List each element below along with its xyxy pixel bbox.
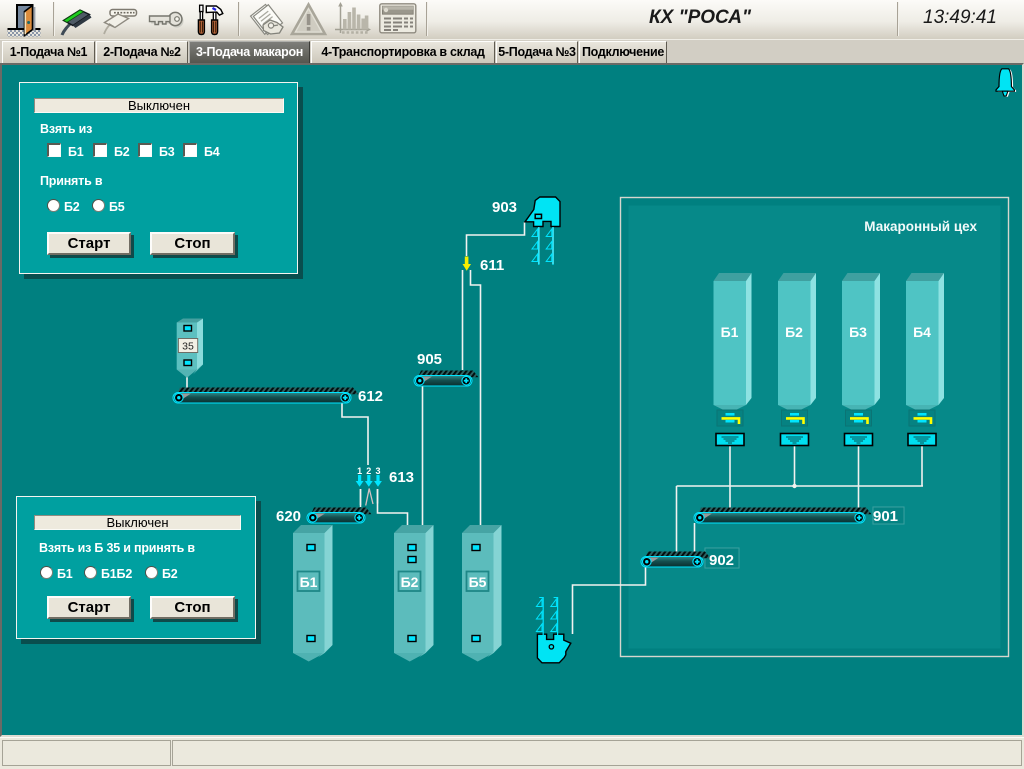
svg-text:Б5: Б5 (469, 574, 487, 590)
svg-text:620: 620 (276, 508, 301, 525)
svg-text:902: 902 (709, 552, 734, 569)
svg-text:613: 613 (389, 469, 414, 486)
svg-text:Б2: Б2 (401, 574, 419, 590)
svg-text:612: 612 (358, 388, 383, 405)
svg-text:Макаронный цех: Макаронный цех (864, 219, 977, 234)
svg-text:611: 611 (480, 257, 504, 274)
svg-text:901: 901 (873, 508, 898, 525)
svg-text:Б3: Б3 (849, 324, 867, 340)
svg-text:1: 1 (357, 466, 362, 476)
svg-text:2: 2 (366, 466, 371, 476)
svg-text:Б2: Б2 (785, 324, 803, 340)
svg-text:Б1: Б1 (300, 574, 318, 590)
svg-text:35: 35 (182, 341, 194, 353)
svg-text:903: 903 (492, 199, 517, 216)
svg-text:3: 3 (375, 466, 380, 476)
svg-text:Б1: Б1 (721, 324, 739, 340)
svg-text:905: 905 (417, 351, 442, 368)
svg-text:Б4: Б4 (913, 324, 931, 340)
